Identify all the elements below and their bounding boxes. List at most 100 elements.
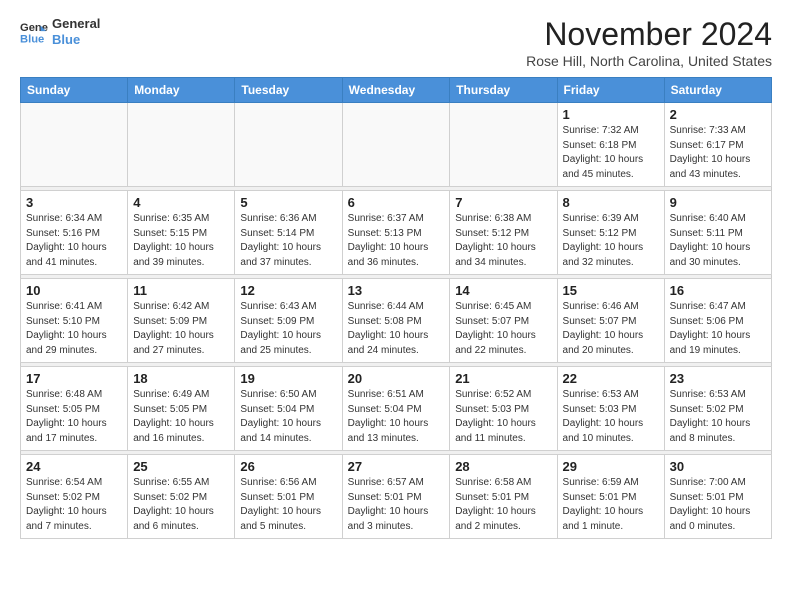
calendar-day bbox=[450, 103, 557, 187]
calendar-day: 1Sunrise: 7:32 AM Sunset: 6:18 PM Daylig… bbox=[557, 103, 664, 187]
day-info: Sunrise: 6:35 AM Sunset: 5:15 PM Dayligh… bbox=[133, 212, 229, 270]
day-info: Sunrise: 6:57 AM Sunset: 5:01 PM Dayligh… bbox=[348, 476, 445, 534]
day-number: 6 bbox=[348, 195, 445, 210]
logo-icon: General Blue bbox=[20, 18, 48, 46]
day-number: 3 bbox=[26, 195, 122, 210]
day-info: Sunrise: 6:47 AM Sunset: 5:06 PM Dayligh… bbox=[670, 300, 766, 358]
calendar-day: 29 Sunrise: 6:59 AM Sunset: 5:01 PM Dayli… bbox=[557, 455, 664, 539]
calendar-day: 3Sunrise: 6:34 AM Sunset: 5:16 PM Daylig… bbox=[21, 191, 128, 275]
weekday-header-friday: Friday bbox=[557, 78, 664, 103]
calendar-day: 26Sunrise: 6:56 AM Sunset: 5:01 PM Dayli… bbox=[235, 455, 342, 539]
day-number: 11 bbox=[133, 283, 229, 298]
day-info: Sunrise: 6:46 AM Sunset: 5:07 PM Dayligh… bbox=[563, 300, 659, 358]
weekday-header-wednesday: Wednesday bbox=[342, 78, 450, 103]
calendar-week-4: 17Sunrise: 6:48 AM Sunset: 5:05 PM Dayli… bbox=[21, 367, 772, 451]
calendar-day: 9Sunrise: 6:40 AM Sunset: 5:11 PM Daylig… bbox=[664, 191, 771, 275]
calendar-day: 13 Sunrise: 6:44 AM Sunset: 5:08 PM Dayli… bbox=[342, 279, 450, 363]
day-info: Sunrise: 6:45 AM Sunset: 5:07 PM Dayligh… bbox=[455, 300, 551, 358]
day-info: Sunrise: 6:44 AM Sunset: 5:08 PM Dayligh… bbox=[348, 300, 445, 358]
day-info: Sunrise: 6:50 AM Sunset: 5:04 PM Dayligh… bbox=[240, 388, 336, 446]
calendar-day: 7 Sunrise: 6:38 AM Sunset: 5:12 PM Daylig… bbox=[450, 191, 557, 275]
day-number: 29 bbox=[563, 459, 659, 474]
svg-text:Blue: Blue bbox=[20, 33, 44, 45]
day-info: Sunrise: 6:51 AM Sunset: 5:04 PM Dayligh… bbox=[348, 388, 445, 446]
day-info: Sunrise: 6:53 AM Sunset: 5:02 PM Dayligh… bbox=[670, 388, 766, 446]
calendar-day: 14 Sunrise: 6:45 AM Sunset: 5:07 PM Dayli… bbox=[450, 279, 557, 363]
day-info: Sunrise: 6:39 AM Sunset: 5:12 PM Dayligh… bbox=[563, 212, 659, 270]
day-info: Sunrise: 6:43 AM Sunset: 5:09 PM Dayligh… bbox=[240, 300, 336, 358]
day-number: 13 bbox=[348, 283, 445, 298]
day-number: 1 bbox=[563, 107, 659, 122]
day-number: 20 bbox=[348, 371, 445, 386]
day-number: 24 bbox=[26, 459, 122, 474]
day-info: Sunrise: 6:52 AM Sunset: 5:03 PM Dayligh… bbox=[455, 388, 551, 446]
day-info: Sunrise: 7:00 AM Sunset: 5:01 PM Dayligh… bbox=[670, 476, 766, 534]
weekday-header-tuesday: Tuesday bbox=[235, 78, 342, 103]
day-info: Sunrise: 6:40 AM Sunset: 5:11 PM Dayligh… bbox=[670, 212, 766, 270]
day-info: Sunrise: 6:58 AM Sunset: 5:01 PM Dayligh… bbox=[455, 476, 551, 534]
day-info: Sunrise: 6:53 AM Sunset: 5:03 PM Dayligh… bbox=[563, 388, 659, 446]
calendar-day: 27 Sunrise: 6:57 AM Sunset: 5:01 PM Dayli… bbox=[342, 455, 450, 539]
day-number: 19 bbox=[240, 371, 336, 386]
calendar-day: 8 Sunrise: 6:39 AM Sunset: 5:12 PM Daylig… bbox=[557, 191, 664, 275]
weekday-header-saturday: Saturday bbox=[664, 78, 771, 103]
day-number: 18 bbox=[133, 371, 229, 386]
calendar-day: 10 Sunrise: 6:41 AM Sunset: 5:10 PM Dayli… bbox=[21, 279, 128, 363]
day-info: Sunrise: 6:48 AM Sunset: 5:05 PM Dayligh… bbox=[26, 388, 122, 446]
day-number: 21 bbox=[455, 371, 551, 386]
day-number: 22 bbox=[563, 371, 659, 386]
calendar-day bbox=[128, 103, 235, 187]
day-number: 23 bbox=[670, 371, 766, 386]
day-number: 28 bbox=[455, 459, 551, 474]
calendar-day: 25Sunrise: 6:55 AM Sunset: 5:02 PM Dayli… bbox=[128, 455, 235, 539]
day-info: Sunrise: 6:49 AM Sunset: 5:05 PM Dayligh… bbox=[133, 388, 229, 446]
day-number: 15 bbox=[563, 283, 659, 298]
calendar-day bbox=[235, 103, 342, 187]
day-info: Sunrise: 7:33 AM Sunset: 6:17 PM Dayligh… bbox=[670, 124, 766, 182]
day-number: 5 bbox=[240, 195, 336, 210]
calendar-day: 20 Sunrise: 6:51 AM Sunset: 5:04 PM Dayli… bbox=[342, 367, 450, 451]
calendar-day: 4 Sunrise: 6:35 AM Sunset: 5:15 PM Daylig… bbox=[128, 191, 235, 275]
weekday-header-row: SundayMondayTuesdayWednesdayThursdayFrid… bbox=[21, 78, 772, 103]
calendar-week-3: 10 Sunrise: 6:41 AM Sunset: 5:10 PM Dayli… bbox=[21, 279, 772, 363]
calendar-day: 2 Sunrise: 7:33 AM Sunset: 6:17 PM Daylig… bbox=[664, 103, 771, 187]
day-number: 25 bbox=[133, 459, 229, 474]
calendar-day: 22 Sunrise: 6:53 AM Sunset: 5:03 PM Dayli… bbox=[557, 367, 664, 451]
calendar-week-2: 3Sunrise: 6:34 AM Sunset: 5:16 PM Daylig… bbox=[21, 191, 772, 275]
calendar-day: 18 Sunrise: 6:49 AM Sunset: 5:05 PM Dayli… bbox=[128, 367, 235, 451]
day-number: 7 bbox=[455, 195, 551, 210]
day-number: 30 bbox=[670, 459, 766, 474]
calendar-day bbox=[342, 103, 450, 187]
logo: General Blue GeneralBlue bbox=[20, 16, 100, 47]
logo-text: GeneralBlue bbox=[52, 16, 100, 47]
day-info: Sunrise: 6:59 AM Sunset: 5:01 PM Dayligh… bbox=[563, 476, 659, 534]
day-number: 8 bbox=[563, 195, 659, 210]
day-info: Sunrise: 6:54 AM Sunset: 5:02 PM Dayligh… bbox=[26, 476, 122, 534]
day-number: 4 bbox=[133, 195, 229, 210]
day-number: 2 bbox=[670, 107, 766, 122]
calendar-day: 23 Sunrise: 6:53 AM Sunset: 5:02 PM Dayli… bbox=[664, 367, 771, 451]
page-header: General Blue GeneralBlue November 2024 R… bbox=[20, 16, 772, 69]
calendar-day: 5 Sunrise: 6:36 AM Sunset: 5:14 PM Daylig… bbox=[235, 191, 342, 275]
svg-text:General: General bbox=[20, 22, 48, 34]
calendar-day: 19 Sunrise: 6:50 AM Sunset: 5:04 PM Dayli… bbox=[235, 367, 342, 451]
day-info: Sunrise: 6:36 AM Sunset: 5:14 PM Dayligh… bbox=[240, 212, 336, 270]
calendar-day: 11Sunrise: 6:42 AM Sunset: 5:09 PM Dayli… bbox=[128, 279, 235, 363]
day-number: 14 bbox=[455, 283, 551, 298]
title-area: November 2024 Rose Hill, North Carolina,… bbox=[526, 16, 772, 69]
calendar-day: 28 Sunrise: 6:58 AM Sunset: 5:01 PM Dayli… bbox=[450, 455, 557, 539]
weekday-header-monday: Monday bbox=[128, 78, 235, 103]
day-number: 12 bbox=[240, 283, 336, 298]
day-number: 27 bbox=[348, 459, 445, 474]
day-info: Sunrise: 6:41 AM Sunset: 5:10 PM Dayligh… bbox=[26, 300, 122, 358]
calendar-day: 15 Sunrise: 6:46 AM Sunset: 5:07 PM Dayli… bbox=[557, 279, 664, 363]
calendar-table: SundayMondayTuesdayWednesdayThursdayFrid… bbox=[20, 77, 772, 539]
calendar-day: 24 Sunrise: 6:54 AM Sunset: 5:02 PM Dayli… bbox=[21, 455, 128, 539]
month-title: November 2024 bbox=[526, 16, 772, 53]
weekday-header-thursday: Thursday bbox=[450, 78, 557, 103]
day-info: Sunrise: 6:38 AM Sunset: 5:12 PM Dayligh… bbox=[455, 212, 551, 270]
calendar-day: 30 Sunrise: 7:00 AM Sunset: 5:01 PM Dayli… bbox=[664, 455, 771, 539]
day-number: 16 bbox=[670, 283, 766, 298]
day-number: 10 bbox=[26, 283, 122, 298]
calendar-week-1: 1Sunrise: 7:32 AM Sunset: 6:18 PM Daylig… bbox=[21, 103, 772, 187]
